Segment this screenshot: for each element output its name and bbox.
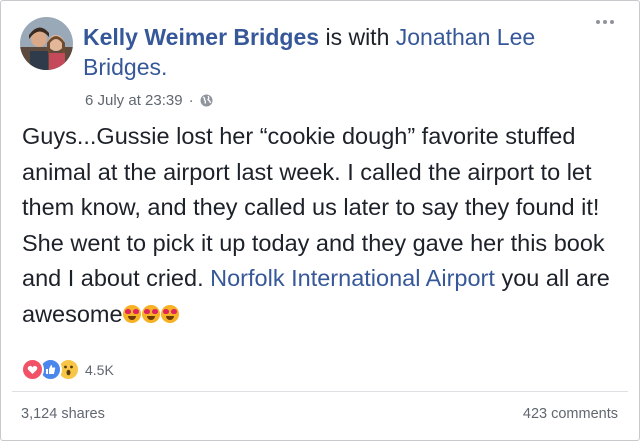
post-timestamp[interactable]: 6 July at 23:39	[85, 92, 183, 109]
footer-divider	[12, 391, 628, 392]
author-avatar[interactable]	[20, 17, 73, 70]
airport-page-link[interactable]: Norfolk International Airport	[210, 265, 495, 291]
author-name-link[interactable]: Kelly Weimer Bridges	[83, 24, 319, 50]
post-header: Kelly Weimer Bridges is with Jonathan Le…	[83, 22, 603, 82]
with-label: is with	[325, 24, 390, 50]
comments-count[interactable]: 423 comments	[523, 406, 618, 422]
shares-count[interactable]: 3,124 shares	[21, 406, 105, 422]
more-options-icon[interactable]	[596, 20, 614, 24]
globe-icon[interactable]	[200, 94, 213, 107]
love-icon	[21, 358, 44, 381]
heart-eyes-emoji	[160, 304, 179, 323]
reaction-count[interactable]: 4.5K	[85, 362, 114, 378]
post-meta: 6 July at 23:39 ·	[85, 92, 213, 109]
heart-eyes-emoji	[141, 304, 160, 323]
avatar-photo	[20, 17, 73, 70]
heart-eyes-emoji	[122, 304, 141, 323]
post-body: Guys...Gussie lost her “cookie dough” fa…	[22, 119, 622, 332]
reactions-summary[interactable]: 4.5K	[21, 358, 114, 381]
meta-separator: ·	[188, 92, 194, 109]
post-card: Kelly Weimer Bridges is with Jonathan Le…	[0, 0, 640, 441]
